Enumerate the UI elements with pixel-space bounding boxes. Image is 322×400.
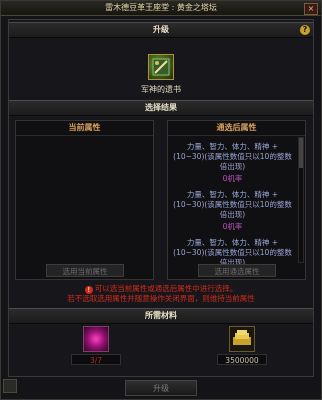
upgrade-button[interactable]: 升级 [125, 380, 197, 396]
attribute-tag: 0机率 [222, 222, 243, 231]
main-panel: 升级 ? 军神的遗书 选择结果 当前属性 选用当前属性 通选后属性 力量、智力、… [8, 19, 314, 377]
gold-count: 3500000 [217, 354, 267, 365]
upgrade-window: 雷木德豆革王座堂 : 黄金之塔坛 × 升级 ? 军神的遗书 选择结果 当前属性 … [0, 0, 322, 400]
choose-result-title: 选择结果 [145, 103, 177, 112]
gold-coin-icon[interactable] [229, 326, 255, 352]
attribute-line: 力量、智力、体力、精神 +(10~30)(该属性数值只以10的整数倍出现) [173, 142, 292, 171]
after-attributes-list: 力量、智力、体力、精神 +(10~30)(该属性数值只以10的整数倍出现) 0机… [168, 136, 305, 268]
choose-result-header: 选择结果 [9, 100, 313, 116]
current-attributes-header: 当前属性 [16, 121, 153, 136]
material-count: 3/7 [71, 354, 121, 365]
corner-decoration [3, 379, 17, 393]
help-icon[interactable]: ? [300, 25, 310, 35]
use-after-button[interactable]: 选用通选属性 [198, 264, 276, 277]
attributes-scrollbar[interactable] [298, 137, 304, 263]
window-titlebar: 雷木德豆革王座堂 : 黄金之塔坛 × [1, 1, 321, 16]
scroll-thumb[interactable] [299, 138, 303, 168]
upgrade-title: 升级 [153, 25, 169, 34]
item-slot[interactable] [148, 54, 174, 80]
materials-header: 所需材料 [9, 308, 313, 324]
scroll-book-icon [152, 58, 170, 76]
warning-icon: ! [84, 286, 93, 294]
warning-text-1: ! 可以选当前属性或通选后属性中进行选择。 [9, 284, 313, 294]
warning-text-2: 若不选取选用属性并随意操作关闭界面，则维持当前属性 [67, 294, 255, 303]
item-name: 军神的遗书 [141, 85, 181, 94]
attribute-line: 力量、智力、体力、精神 +(10~30)(该属性数值只以10的整数倍出现) [173, 190, 292, 219]
use-current-button[interactable]: 选用当前属性 [46, 264, 124, 277]
upgrade-header: 升级 ? [9, 22, 313, 38]
pink-orb-icon[interactable] [83, 326, 109, 352]
materials-title: 所需材料 [145, 311, 177, 320]
after-attributes-panel: 通选后属性 力量、智力、体力、精神 +(10~30)(该属性数值只以10的整数倍… [167, 120, 306, 280]
after-attributes-header: 通选后属性 [168, 121, 305, 136]
current-attributes-panel: 当前属性 选用当前属性 [15, 120, 154, 280]
close-button[interactable]: × [304, 3, 318, 15]
attribute-tag: 0机率 [222, 174, 243, 183]
window-title: 雷木德豆革王座堂 : 黄金之塔坛 [105, 3, 217, 12]
